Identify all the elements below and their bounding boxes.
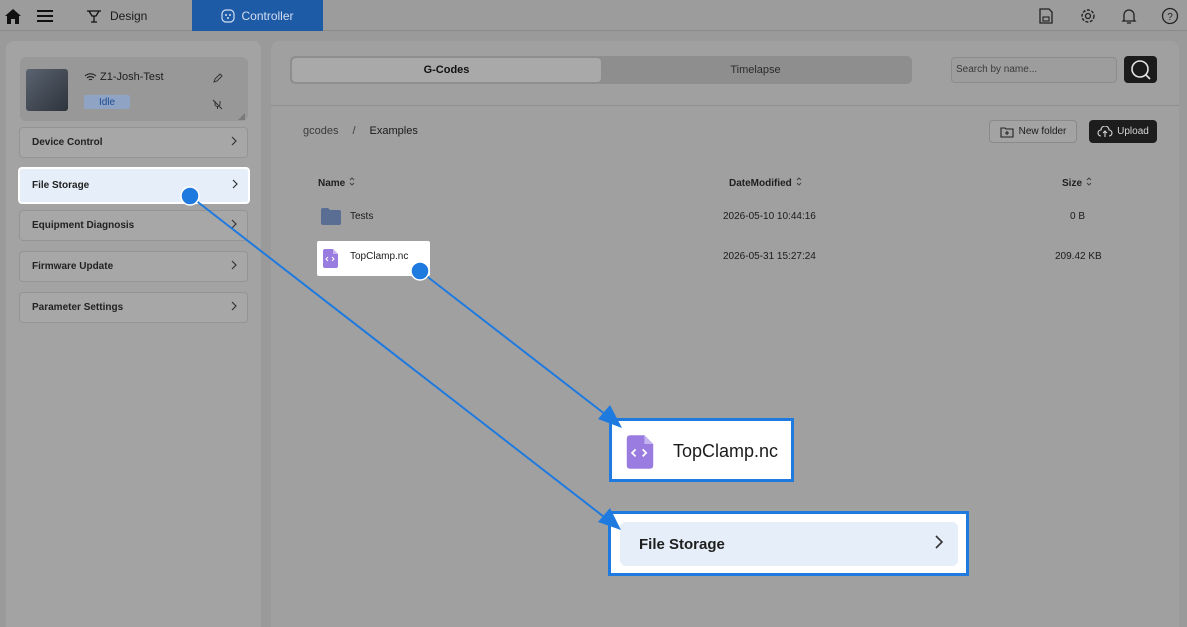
search-button[interactable] xyxy=(1124,56,1157,83)
home-icon[interactable] xyxy=(3,6,23,26)
status-badge: Idle xyxy=(84,95,130,109)
sidebar-item-firmware-update[interactable]: Firmware Update xyxy=(19,251,248,282)
sidebar-item-device-control[interactable]: Device Control xyxy=(19,127,248,158)
save-icon[interactable] xyxy=(1036,6,1056,26)
search-icon xyxy=(1130,59,1151,80)
device-card[interactable]: Z1-Josh-Test Idle xyxy=(20,57,248,121)
device-name-label: Z1-Josh-Test xyxy=(100,71,164,83)
column-header-label: Name xyxy=(318,177,346,189)
design-icon xyxy=(87,9,101,23)
sidebar-item-equipment-diagnosis[interactable]: Equipment Diagnosis xyxy=(19,210,248,241)
chevron-right-icon xyxy=(935,535,944,553)
bell-icon[interactable] xyxy=(1119,6,1139,26)
column-header-label: Size xyxy=(1062,177,1083,189)
wifi-icon xyxy=(84,73,97,81)
code-file-icon xyxy=(626,435,654,469)
device-thumbnail xyxy=(26,69,68,111)
breadcrumb-current: Examples xyxy=(369,125,418,137)
resize-handle-icon xyxy=(238,107,245,125)
file-row-highlight[interactable]: TopClamp.nc xyxy=(317,241,430,276)
callout-menu-label: File Storage xyxy=(639,535,725,553)
sidebar-item-label: Firmware Update xyxy=(32,261,114,272)
device-name: Z1-Josh-Test xyxy=(84,71,164,83)
zoom-callout-file: TopClamp.nc xyxy=(609,418,794,482)
controller-tab-label: Controller xyxy=(241,8,294,23)
folder-plus-icon xyxy=(1000,126,1014,138)
file-size: 209.42 KB xyxy=(1055,251,1102,262)
file-name: TopClamp.nc xyxy=(350,251,409,262)
tab-timelapse[interactable]: Timelapse xyxy=(601,58,910,82)
tab-bar: G-Codes Timelapse xyxy=(290,56,912,84)
code-file-icon xyxy=(323,249,338,268)
design-tab[interactable]: Design xyxy=(86,0,147,31)
new-folder-button[interactable]: New folder xyxy=(989,120,1077,143)
sort-icon xyxy=(349,177,355,189)
upload-label: Upload xyxy=(1117,126,1149,137)
sort-icon xyxy=(796,177,802,189)
menu-icon[interactable] xyxy=(35,6,55,26)
svg-text:?: ? xyxy=(1167,12,1173,23)
callout-file-label: TopClamp.nc xyxy=(673,441,779,461)
disconnect-icon[interactable] xyxy=(212,97,223,115)
chevron-right-icon xyxy=(232,179,238,192)
controller-tab[interactable]: Controller xyxy=(192,0,323,31)
breadcrumb: gcodes / Examples xyxy=(303,125,418,137)
sidebar-item-file-storage[interactable]: File Storage xyxy=(18,167,250,204)
sidebar-item-label: Parameter Settings xyxy=(32,302,124,313)
column-header-date[interactable]: DateModified xyxy=(729,177,802,189)
column-header-label: DateModified xyxy=(729,177,792,189)
top-bar: Design Controller ? xyxy=(0,0,1187,31)
tab-gcodes[interactable]: G-Codes xyxy=(292,58,601,82)
upload-button[interactable]: Upload xyxy=(1089,120,1157,143)
sidebar-item-parameter-settings[interactable]: Parameter Settings xyxy=(19,292,248,323)
column-header-name[interactable]: Name xyxy=(318,177,355,189)
sidebar: Z1-Josh-Test Idle Device Control File St… xyxy=(6,41,261,627)
chevron-right-icon xyxy=(231,301,237,314)
callout-menu-item: File Storage xyxy=(620,522,958,566)
chevron-right-icon xyxy=(231,219,237,232)
column-header-size[interactable]: Size xyxy=(1062,177,1092,189)
zoom-callout-menu: File Storage xyxy=(608,511,969,576)
gear-icon[interactable] xyxy=(1078,6,1098,26)
sidebar-item-label: Equipment Diagnosis xyxy=(32,220,135,231)
sidebar-item-label: File Storage xyxy=(32,180,90,191)
search-input[interactable]: Search by name... xyxy=(951,57,1117,83)
chevron-right-icon xyxy=(231,136,237,149)
new-folder-label: New folder xyxy=(1018,126,1067,137)
date-modified: 2026-05-10 10:44:16 xyxy=(723,211,816,222)
edit-icon[interactable] xyxy=(212,71,223,89)
file-size: 0 B xyxy=(1070,211,1086,222)
design-tab-label: Design xyxy=(110,8,148,23)
sidebar-item-label: Device Control xyxy=(32,137,103,148)
breadcrumb-separator: / xyxy=(352,125,356,137)
chevron-right-icon xyxy=(231,260,237,273)
divider xyxy=(271,105,1179,106)
sort-icon xyxy=(1086,177,1092,189)
cloud-upload-icon xyxy=(1097,125,1113,137)
folder-icon xyxy=(321,208,341,225)
breadcrumb-root[interactable]: gcodes xyxy=(303,125,338,137)
file-name: Tests xyxy=(350,211,374,222)
help-icon[interactable]: ? xyxy=(1160,6,1180,26)
controller-icon xyxy=(221,8,236,23)
date-modified: 2026-05-31 15:27:24 xyxy=(723,251,816,262)
